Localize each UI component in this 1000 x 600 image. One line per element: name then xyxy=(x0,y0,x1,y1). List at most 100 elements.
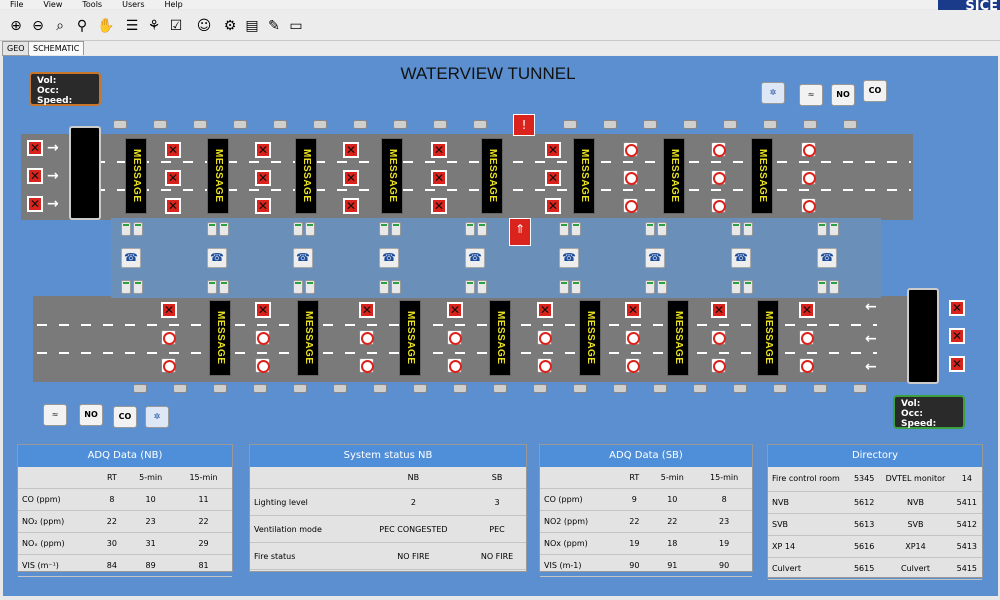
cctv-camera-icon[interactable] xyxy=(603,120,617,129)
cctv-camera-icon[interactable] xyxy=(643,120,657,129)
tab-schematic[interactable]: SCHEMATIC xyxy=(28,41,85,55)
speed-limit-sign[interactable] xyxy=(537,358,552,373)
cctv-camera-icon[interactable] xyxy=(333,384,347,393)
cctv-camera-icon[interactable] xyxy=(453,384,467,393)
lane-closed-signal[interactable]: ✕ xyxy=(255,142,271,158)
cctv-camera-icon[interactable] xyxy=(133,384,147,393)
lane-closed-signal[interactable]: ✕ xyxy=(447,302,463,318)
sensor-unit[interactable] xyxy=(293,222,303,236)
sensor-unit[interactable] xyxy=(571,222,581,236)
network-icon[interactable]: ✲ xyxy=(145,406,169,428)
sensor-unit[interactable] xyxy=(133,280,143,294)
sensor-unit[interactable] xyxy=(559,280,569,294)
sensor-unit[interactable] xyxy=(743,222,753,236)
menu-help[interactable]: Help xyxy=(165,0,183,9)
cctv-camera-icon[interactable] xyxy=(843,120,857,129)
cctv-camera-icon[interactable] xyxy=(723,120,737,129)
sensor-unit[interactable] xyxy=(477,222,487,236)
gear-icon[interactable]: ⚙ xyxy=(220,16,240,36)
cctv-camera-icon[interactable] xyxy=(473,120,487,129)
emergency-exit-icon[interactable]: ⇑ xyxy=(509,218,531,246)
sensor-unit[interactable] xyxy=(379,222,389,236)
cctv-camera-icon[interactable] xyxy=(533,384,547,393)
speed-limit-sign[interactable] xyxy=(537,330,552,345)
message-sign[interactable]: MESSAGE xyxy=(209,300,231,376)
speed-limit-sign[interactable] xyxy=(623,170,638,185)
lane-closed-signal[interactable]: ✕ xyxy=(343,198,359,214)
sensor-unit[interactable] xyxy=(121,222,131,236)
lane-closed-signal[interactable]: ✕ xyxy=(431,142,447,158)
message-sign[interactable]: MESSAGE xyxy=(489,300,511,376)
message-sign[interactable]: MESSAGE xyxy=(751,138,773,214)
sensor-unit[interactable] xyxy=(657,222,667,236)
cctv-camera-icon[interactable] xyxy=(153,120,167,129)
speed-limit-sign[interactable] xyxy=(711,330,726,345)
lane-closed-signal[interactable]: ✕ xyxy=(255,170,271,186)
sensor-unit[interactable] xyxy=(477,280,487,294)
emergency-phone-icon[interactable]: ☎ xyxy=(293,248,313,268)
speed-limit-sign[interactable] xyxy=(255,358,270,373)
sensor-unit[interactable] xyxy=(645,280,655,294)
zoom-in-icon[interactable]: ⊕ xyxy=(6,16,26,36)
sensor-unit[interactable] xyxy=(465,280,475,294)
lane-closed-signal[interactable]: ✕ xyxy=(255,302,271,318)
traffic-data-box-sb[interactable]: Vol: Occ: Speed: xyxy=(893,395,965,429)
speed-limit-sign[interactable] xyxy=(623,198,638,213)
emergency-phone-icon[interactable]: ☎ xyxy=(731,248,751,268)
cctv-camera-icon[interactable] xyxy=(353,120,367,129)
sensor-unit[interactable] xyxy=(293,280,303,294)
note-icon[interactable]: ✎ xyxy=(264,16,284,36)
co-sensor-icon[interactable]: CO xyxy=(113,406,137,428)
message-sign[interactable]: MESSAGE xyxy=(757,300,779,376)
message-sign[interactable]: MESSAGE xyxy=(207,138,229,214)
cctv-camera-icon[interactable] xyxy=(213,384,227,393)
lane-closed-signal[interactable]: ✕ xyxy=(359,302,375,318)
sensor-unit[interactable] xyxy=(571,280,581,294)
cctv-camera-icon[interactable] xyxy=(173,384,187,393)
lane-closed-signal[interactable]: ✕ xyxy=(27,168,43,184)
sensor-unit[interactable] xyxy=(207,222,217,236)
network-icon[interactable]: ✲ xyxy=(761,82,785,104)
speed-limit-sign[interactable] xyxy=(711,142,726,157)
cctv-camera-icon[interactable] xyxy=(613,384,627,393)
sensor-unit[interactable] xyxy=(379,280,389,294)
sensor-unit[interactable] xyxy=(731,222,741,236)
menu-file[interactable]: File xyxy=(10,0,23,9)
message-sign[interactable]: MESSAGE xyxy=(667,300,689,376)
cctv-camera-icon[interactable] xyxy=(273,120,287,129)
cctv-camera-icon[interactable] xyxy=(563,120,577,129)
emergency-phone-icon[interactable]: ☎ xyxy=(817,248,837,268)
lane-closed-signal[interactable]: ✕ xyxy=(545,142,561,158)
lane-closed-signal[interactable]: ✕ xyxy=(545,170,561,186)
message-sign[interactable]: MESSAGE xyxy=(295,138,317,214)
speed-limit-sign[interactable] xyxy=(801,170,816,185)
speed-limit-sign[interactable] xyxy=(359,358,374,373)
speed-limit-sign[interactable] xyxy=(711,358,726,373)
lane-closed-signal[interactable]: ✕ xyxy=(431,198,447,214)
sensor-unit[interactable] xyxy=(305,280,315,294)
lane-closed-signal[interactable]: ✕ xyxy=(27,196,43,212)
emergency-phone-icon[interactable]: ☎ xyxy=(379,248,399,268)
speed-limit-sign[interactable] xyxy=(711,198,726,213)
message-sign[interactable]: MESSAGE xyxy=(399,300,421,376)
sensor-unit[interactable] xyxy=(219,280,229,294)
zoom-out-icon[interactable]: ⊖ xyxy=(28,16,48,36)
cctv-camera-icon[interactable] xyxy=(853,384,867,393)
message-sign[interactable]: MESSAGE xyxy=(663,138,685,214)
cctv-camera-icon[interactable] xyxy=(773,384,787,393)
book-icon[interactable]: ▤ xyxy=(242,16,262,36)
lane-closed-signal[interactable]: ✕ xyxy=(165,170,181,186)
message-sign[interactable]: MESSAGE xyxy=(573,138,595,214)
sensor-unit[interactable] xyxy=(391,280,401,294)
menu-tools[interactable]: Tools xyxy=(82,0,102,9)
speed-limit-sign[interactable] xyxy=(623,142,638,157)
cctv-camera-icon[interactable] xyxy=(393,120,407,129)
sensor-unit[interactable] xyxy=(133,222,143,236)
speed-limit-sign[interactable] xyxy=(625,358,640,373)
pan-hand-icon[interactable]: ✋ xyxy=(96,16,116,36)
speed-limit-sign[interactable] xyxy=(161,358,176,373)
cctv-camera-icon[interactable] xyxy=(573,384,587,393)
no-sensor-icon[interactable]: NO xyxy=(79,404,103,426)
speed-limit-sign[interactable] xyxy=(711,170,726,185)
sensor-unit[interactable] xyxy=(731,280,741,294)
